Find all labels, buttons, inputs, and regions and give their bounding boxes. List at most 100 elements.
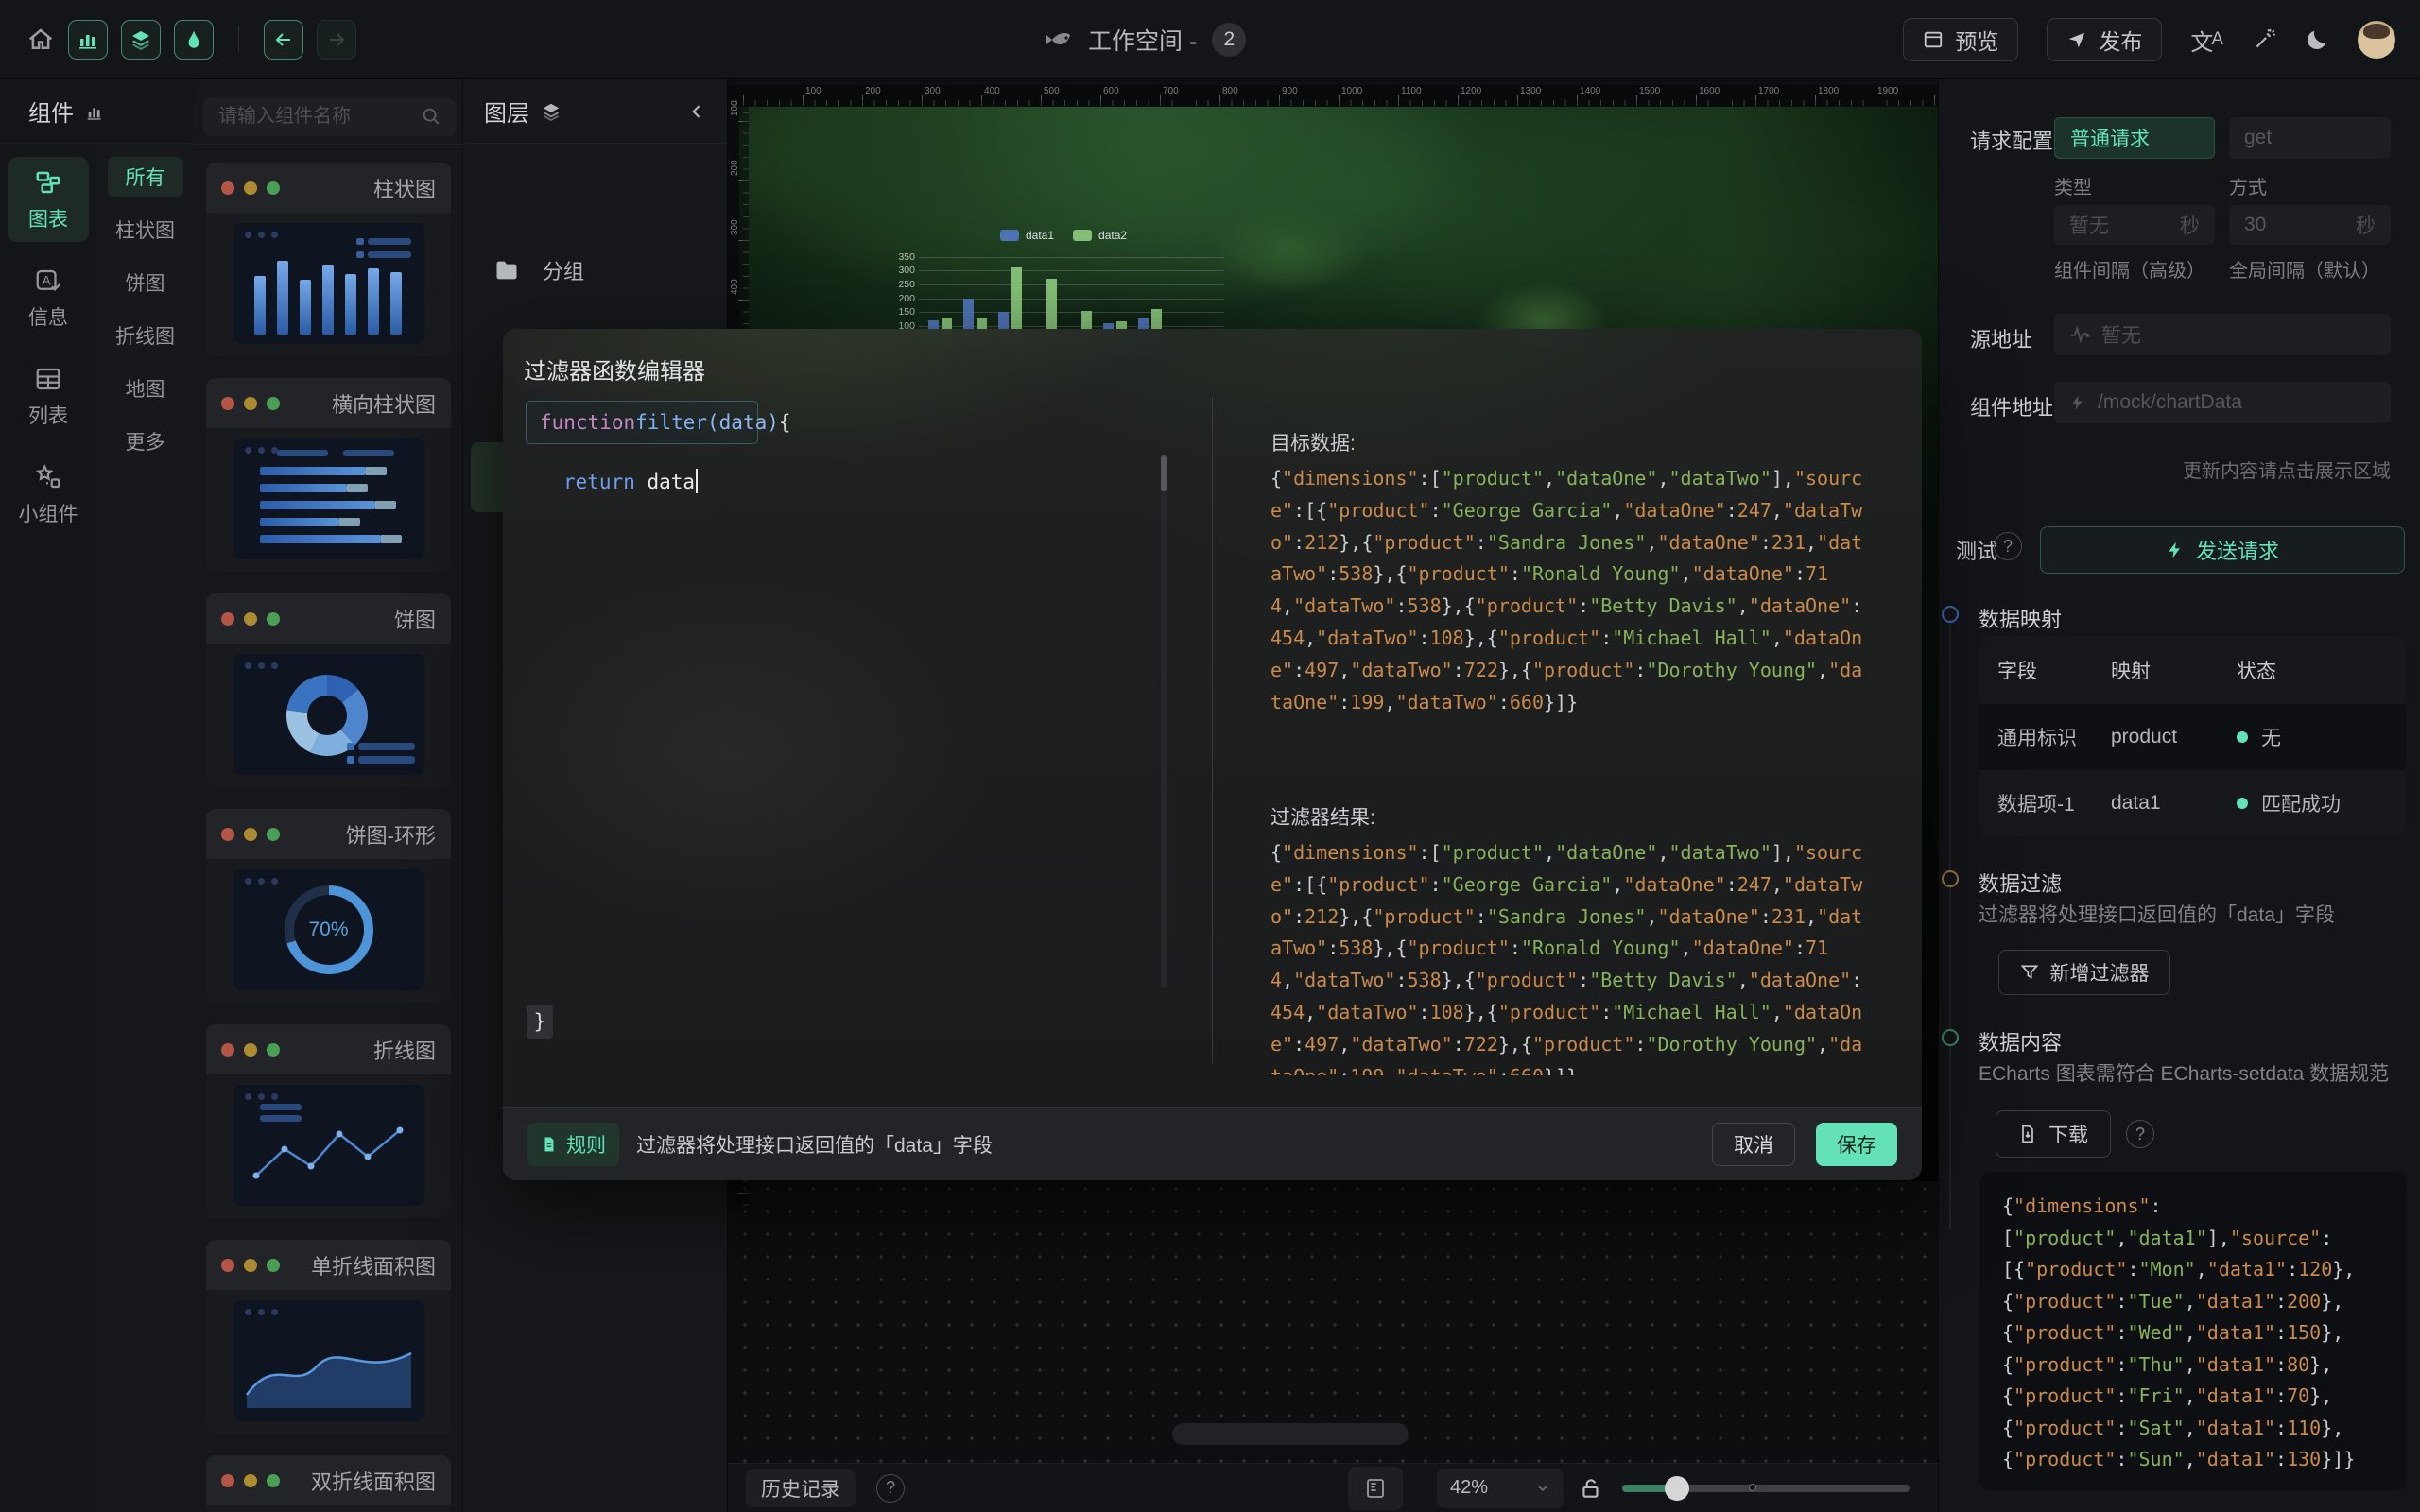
- cancel-button[interactable]: 取消: [1712, 1123, 1795, 1166]
- method-label: 方式: [2229, 172, 2267, 199]
- avatar[interactable]: [2358, 21, 2395, 59]
- lock-icon[interactable]: [1579, 1475, 1603, 1502]
- legend-item[interactable]: data2: [1073, 229, 1127, 242]
- legend-item[interactable]: data1: [1000, 229, 1054, 242]
- search-icon[interactable]: [421, 106, 441, 127]
- sidebar-item-label: 信息: [28, 302, 68, 331]
- table-row: 数据项-1data1匹配成功: [1979, 770, 2406, 836]
- arrow-right-icon: [325, 28, 348, 51]
- horizontal-scrollbar[interactable]: [1172, 1423, 1409, 1445]
- save-button[interactable]: 保存: [1816, 1123, 1897, 1166]
- chart-panel-toggle-button[interactable]: [68, 20, 108, 60]
- document-icon: [541, 1135, 558, 1154]
- code-editor-scrollbar[interactable]: [1161, 455, 1167, 988]
- component-address-input[interactable]: /mock/chartData: [2054, 382, 2391, 423]
- undo-button[interactable]: [264, 20, 303, 60]
- chevron-down-icon: [1535, 1481, 1550, 1496]
- collapse-layer-panel-icon[interactable]: [687, 102, 706, 121]
- component-thumbnail: [233, 438, 424, 559]
- content-section-dot: [1942, 1029, 1959, 1046]
- component-card[interactable]: 饼图: [206, 593, 451, 787]
- top-toolbar: 工作空间 - 2 预览 发布 文A: [0, 0, 2420, 79]
- source-address-input[interactable]: 暂无: [2054, 314, 2391, 355]
- code-editor-signature-line[interactable]: function filter(data) {: [526, 401, 758, 444]
- canvas-bottom-toolbar: 历史记录 ? 42%: [728, 1463, 1938, 1512]
- category-tab[interactable]: 柱状图: [108, 210, 183, 249]
- code-editor-body-line[interactable]: return data: [563, 469, 698, 493]
- type-label: 类型: [2054, 172, 2092, 199]
- global-interval-input[interactable]: 30秒: [2229, 205, 2391, 245]
- sidebar-item-信息[interactable]: A 信息: [8, 255, 89, 340]
- dark-mode-icon[interactable]: [2305, 27, 2329, 52]
- layers-icon: [130, 28, 152, 51]
- component-card-title: 饼图-环形: [346, 819, 436, 850]
- component-card[interactable]: 饼图-环形70%: [206, 809, 451, 1003]
- redo-button[interactable]: [317, 20, 356, 60]
- window-dots: [221, 397, 280, 410]
- component-card[interactable]: 双折线面积图: [206, 1455, 451, 1512]
- sidebar-item-label: 图表: [28, 204, 68, 232]
- bolt-icon: [2069, 393, 2086, 412]
- layers-panel-toggle-button[interactable]: [121, 20, 161, 60]
- component-category-list: 所有柱状图饼图折线图地图更多: [96, 144, 194, 1512]
- zoom-level-select[interactable]: 42%: [1437, 1469, 1564, 1508]
- history-button[interactable]: 历史记录: [746, 1469, 856, 1507]
- category-tab[interactable]: 折线图: [108, 316, 183, 355]
- zoom-slider-thumb[interactable]: [1665, 1476, 1689, 1501]
- category-tab[interactable]: 所有: [108, 157, 183, 197]
- category-tab[interactable]: 更多: [108, 421, 183, 461]
- component-card[interactable]: 单折线面积图: [206, 1240, 451, 1434]
- details-panel-toggle-button[interactable]: [174, 20, 214, 60]
- component-list-panel: 柱状图横向柱状图饼图饼图-环形70% 折线图单折线面积图双折线面积图: [194, 79, 463, 1512]
- filter-function-editor-modal: 过滤器函数编辑器 function filter(data) { return …: [503, 329, 1922, 1180]
- translate-icon[interactable]: 文A: [2190, 24, 2223, 57]
- magic-wand-icon[interactable]: [2252, 27, 2276, 52]
- global-interval-label: 全局间隔（默认）: [2229, 255, 2380, 283]
- pulse-icon: [2069, 324, 2090, 345]
- sidebar-item-列表[interactable]: 列表: [8, 353, 89, 438]
- sidebar-item-小组件[interactable]: 小组件: [8, 452, 89, 537]
- component-card[interactable]: 折线图: [206, 1024, 451, 1218]
- fish-logo-icon: [1045, 27, 1073, 52]
- request-method-select[interactable]: get: [2229, 117, 2391, 159]
- help-icon[interactable]: ?: [876, 1474, 905, 1503]
- content-help-icon[interactable]: ?: [2126, 1120, 2154, 1148]
- test-help-icon[interactable]: ?: [1994, 532, 2022, 560]
- add-filter-button[interactable]: 新增过滤器: [1998, 950, 2170, 995]
- status-dot: [2237, 798, 2248, 809]
- svg-text:A: A: [43, 273, 52, 287]
- category-tab[interactable]: 地图: [108, 369, 183, 408]
- folder-icon: [492, 257, 522, 284]
- component-interval-input[interactable]: 暂无秒: [2054, 205, 2215, 245]
- window-dots: [221, 612, 280, 626]
- send-request-button[interactable]: 发送请求: [2040, 526, 2405, 574]
- component-interval-label: 组件间隔（高级）: [2054, 255, 2205, 283]
- widget-star-icon: [34, 463, 62, 491]
- chart-legend: data1 data2: [1000, 229, 1127, 242]
- component-thumbnail: [233, 1300, 424, 1421]
- component-card[interactable]: 柱状图: [206, 163, 451, 356]
- home-icon[interactable]: [26, 26, 55, 54]
- sidebar-item-label: 列表: [28, 401, 68, 429]
- browser-icon: [1923, 29, 1944, 50]
- panel-layout-button[interactable]: [1348, 1467, 1403, 1510]
- component-thumbnail: [233, 1085, 424, 1206]
- publish-button[interactable]: 发布: [2047, 18, 2162, 61]
- zoom-slider[interactable]: [1622, 1485, 1910, 1492]
- window-dots: [221, 828, 280, 841]
- data-mapping-heading: 数据映射: [1979, 603, 2062, 633]
- request-type-select[interactable]: 普通请求: [2054, 117, 2215, 159]
- download-button[interactable]: 下载: [1996, 1110, 2111, 1158]
- preview-button[interactable]: 预览: [1903, 18, 2018, 61]
- layer-item-group[interactable]: 分组: [492, 255, 584, 285]
- search-input[interactable]: [203, 97, 456, 136]
- category-tab[interactable]: 饼图: [108, 263, 183, 302]
- divider: [238, 26, 239, 53]
- app: 工作空间 - 2 预览 发布 文A 组件: [0, 0, 2420, 1512]
- data-content-heading: 数据内容: [1979, 1026, 2062, 1057]
- workspace-title: 工作空间 -: [1088, 23, 1197, 57]
- section-timeline: [1949, 624, 1951, 1228]
- layer-panel-title: 图层: [484, 94, 529, 128]
- sidebar-item-图表[interactable]: 图表: [8, 157, 89, 242]
- component-card[interactable]: 横向柱状图: [206, 378, 451, 572]
